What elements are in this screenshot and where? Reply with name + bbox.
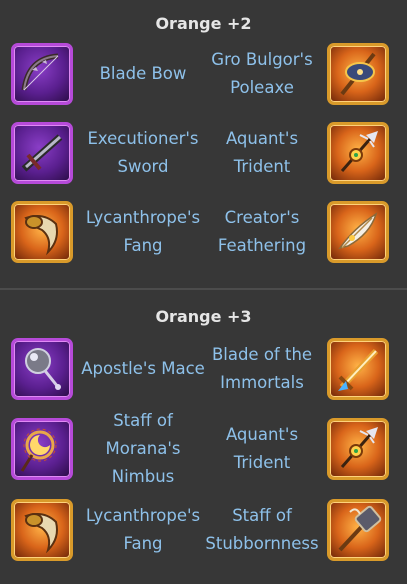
item-name: Lycanthrope's Fang: [85, 506, 201, 553]
hammer-staff-icon[interactable]: [327, 499, 389, 561]
sword-icon[interactable]: [11, 122, 73, 184]
mace-icon[interactable]: [11, 338, 73, 400]
section-orange-2: Orange +2 Blade Bow Gro Bulgor's Poleaxe: [0, 0, 407, 288]
item-name: Gro Bulgor's Poleaxe: [211, 50, 313, 97]
trident-icon[interactable]: [327, 122, 389, 184]
poleaxe-icon[interactable]: [327, 43, 389, 105]
item-name: Staff of Morana's Nimbus: [105, 411, 181, 486]
item-name: Lycanthrope's Fang: [85, 208, 201, 255]
feather-icon[interactable]: [327, 201, 389, 263]
item-name: Blade Bow: [99, 64, 187, 83]
section-title: Orange +3: [155, 307, 252, 326]
fang-icon[interactable]: [11, 201, 73, 263]
item-name: Aquant's Trident: [225, 425, 299, 472]
item-name: Blade of the Immortals: [211, 345, 313, 392]
item-name: Staff of Stubbornness: [205, 506, 319, 553]
item-name: Apostle's Mace: [81, 359, 205, 378]
staff-icon[interactable]: [11, 418, 73, 480]
trident-icon[interactable]: [327, 418, 389, 480]
section-orange-3: Orange +3 Apostle's Mace Blade of the Im…: [0, 290, 407, 584]
item-name: Executioner's Sword: [87, 129, 199, 176]
item-name: Aquant's Trident: [225, 129, 299, 176]
blade-icon[interactable]: [327, 338, 389, 400]
bow-icon[interactable]: [11, 43, 73, 105]
item-name: Creator's Feathering: [217, 208, 307, 255]
weapon-tier-list: Orange +2 Blade Bow Gro Bulgor's Poleaxe: [0, 0, 407, 584]
fang-icon[interactable]: [11, 499, 73, 561]
section-title: Orange +2: [155, 14, 252, 33]
